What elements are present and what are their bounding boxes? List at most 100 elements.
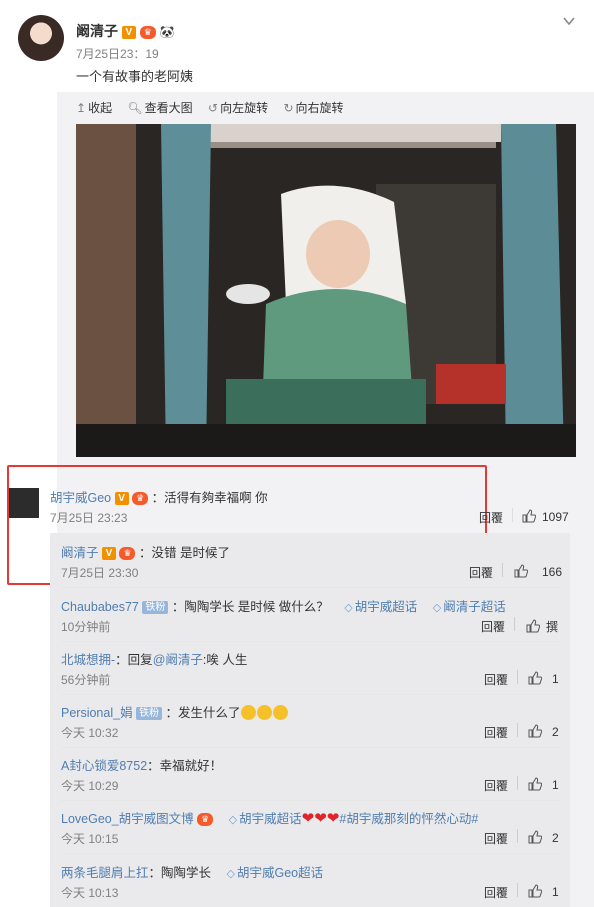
mention-link[interactable]: @阚清子 bbox=[153, 653, 203, 667]
thumb-up-icon bbox=[522, 509, 536, 523]
topic-icon: ◇ bbox=[432, 602, 442, 614]
fan-badge: 铁粉 bbox=[136, 707, 163, 721]
verified-badge-icon: V bbox=[114, 492, 129, 506]
smile-emoji-icon bbox=[256, 705, 272, 720]
divider bbox=[517, 883, 518, 897]
rotate-left-button[interactable]: ↺ 向左旋转 bbox=[208, 99, 268, 116]
like-count: 1 bbox=[552, 885, 559, 899]
comment-line: 胡宇威Geo V ♛ ：活得有夠幸福啊 你 bbox=[50, 487, 268, 506]
separator bbox=[61, 800, 559, 801]
thumb-up-icon bbox=[526, 619, 540, 633]
reply-time: 56分钟前 bbox=[61, 673, 111, 687]
reply-time: 今天 10:29 bbox=[61, 779, 119, 793]
magnifier-icon: 🔍︎ bbox=[127, 101, 143, 115]
like-count: 1 bbox=[552, 778, 559, 792]
topic-link[interactable]: 阚清子超话 bbox=[443, 600, 506, 614]
commenter-avatar[interactable] bbox=[9, 488, 39, 518]
photo-illustration bbox=[76, 124, 576, 457]
reply-user[interactable]: Chaubabes77 bbox=[61, 600, 139, 614]
like-count: 撰 bbox=[546, 620, 559, 634]
like-count: 166 bbox=[542, 565, 563, 579]
verified-badge-icon: V bbox=[102, 547, 116, 561]
hashtag-link[interactable]: #胡宇威那刻的怦然心动# bbox=[339, 812, 478, 826]
arrow-up-icon: ↥ bbox=[76, 101, 87, 115]
reply-text: ：幸福就好！ bbox=[147, 759, 223, 773]
topic-icon: ◇ bbox=[344, 602, 353, 614]
separator bbox=[61, 694, 559, 695]
comment-text: ：活得有夠幸福啊 你 bbox=[151, 491, 268, 505]
heart-icon: ❤ bbox=[301, 810, 315, 827]
like-button[interactable]: 撰 bbox=[526, 618, 558, 635]
reply-button[interactable]: 回覆 bbox=[484, 884, 508, 901]
rotate-left-icon: ↺ bbox=[208, 101, 219, 115]
post-photo[interactable] bbox=[76, 124, 576, 457]
thumb-up-icon bbox=[528, 724, 542, 738]
view-large-button[interactable]: 🔍︎ 查看大图 bbox=[127, 99, 192, 116]
reply-user[interactable]: 两条毛腿肩上扛 bbox=[61, 866, 149, 880]
reply-text-2: :唉 人生 bbox=[202, 653, 248, 667]
collapse-button[interactable]: ↥ 收起 bbox=[76, 99, 112, 116]
reply-user[interactable]: 阚清子 bbox=[61, 546, 99, 560]
post-time[interactable]: 7月25日23：19 bbox=[76, 45, 159, 62]
chevron-down-icon[interactable] bbox=[562, 14, 576, 28]
like-button[interactable]: 1 bbox=[528, 777, 559, 792]
reply-button[interactable]: 回覆 bbox=[484, 777, 508, 794]
reply-time: 今天 10:13 bbox=[61, 886, 119, 900]
reply-line: Persional_娟 铁粉 ：发生什么了 bbox=[61, 702, 289, 721]
like-button[interactable]: 1097 bbox=[522, 509, 569, 524]
media-toolbar: ↥ 收起 🔍︎ 查看大图 ↺ 向左旋转 ↻ 向右旋转 bbox=[76, 99, 356, 117]
like-button[interactable]: 1 bbox=[528, 671, 559, 686]
reply-text: ：回复 bbox=[115, 653, 153, 667]
like-button[interactable]: 1 bbox=[528, 884, 559, 899]
reply-line: Chaubabes77 铁粉 ：陶陶学长 是时候 做什么？ ◇ 胡宇威超话 ◇ 阚清… bbox=[61, 596, 506, 615]
reply-button[interactable]: 回覆 bbox=[484, 724, 508, 741]
separator bbox=[61, 587, 559, 588]
separator bbox=[61, 853, 559, 854]
like-button[interactable]: 2 bbox=[528, 830, 559, 845]
reply-button[interactable]: 回覆 bbox=[479, 509, 503, 526]
thumb-up-icon bbox=[528, 884, 542, 898]
like-count: 1 bbox=[552, 672, 559, 686]
reply-time: 今天 10:15 bbox=[61, 832, 119, 846]
like-button[interactable]: 2 bbox=[528, 724, 559, 739]
crown-badge-icon: ♛ bbox=[197, 813, 214, 827]
reply-user[interactable]: LoveGeo_胡宇威图文博 bbox=[61, 812, 194, 826]
separator bbox=[61, 641, 559, 642]
fan-badge: 铁粉 bbox=[142, 601, 169, 615]
crown-badge-icon: ♛ bbox=[139, 25, 156, 39]
topic-link[interactable]: 胡宇威超话 bbox=[239, 812, 302, 826]
crown-badge-icon: ♛ bbox=[132, 492, 149, 506]
heart-icon: ❤ bbox=[326, 810, 340, 827]
post-text: 一个有故事的老阿姨 bbox=[76, 69, 194, 84]
reply-user[interactable]: A封心锁爱8752 bbox=[61, 759, 147, 773]
topic-icon: ◇ bbox=[226, 868, 235, 880]
thumb-up-icon bbox=[528, 671, 542, 685]
view-large-label: 查看大图 bbox=[144, 101, 193, 115]
topic-link[interactable]: 胡宇威Geo超话 bbox=[237, 866, 323, 880]
reply-time: 7月25日 23:30 bbox=[61, 566, 139, 580]
reply-line: A封心锁爱8752：幸福就好！ bbox=[61, 755, 222, 774]
reply-button[interactable]: 回覆 bbox=[481, 618, 505, 635]
reply-user[interactable]: Persional_娟 bbox=[61, 706, 133, 720]
author-name[interactable]: 阚清子 bbox=[76, 23, 118, 39]
heart-icon: ❤ bbox=[314, 810, 327, 827]
reply-button[interactable]: 回覆 bbox=[469, 564, 493, 581]
reply-button[interactable]: 回覆 bbox=[484, 671, 508, 688]
author-avatar[interactable] bbox=[18, 15, 64, 61]
thumb-up-icon bbox=[528, 830, 542, 844]
reply-user[interactable]: 北城想拥- bbox=[61, 653, 115, 667]
divider bbox=[512, 508, 513, 522]
collapse-label: 收起 bbox=[88, 101, 113, 115]
like-count: 2 bbox=[552, 831, 559, 845]
like-count: 2 bbox=[552, 725, 559, 739]
panda-icon: 🐼 bbox=[159, 25, 175, 39]
reply-button[interactable]: 回覆 bbox=[484, 830, 508, 847]
smile-emoji-icon bbox=[272, 705, 288, 720]
like-button[interactable]: 166 bbox=[514, 564, 562, 579]
topic-link[interactable]: 胡宇威超话 bbox=[355, 600, 418, 614]
rotate-right-button[interactable]: ↻ 向右旋转 bbox=[283, 99, 343, 116]
divider bbox=[517, 670, 518, 684]
separator bbox=[61, 747, 559, 748]
commenter-name[interactable]: 胡宇威Geo bbox=[50, 491, 111, 505]
divider bbox=[514, 617, 515, 631]
